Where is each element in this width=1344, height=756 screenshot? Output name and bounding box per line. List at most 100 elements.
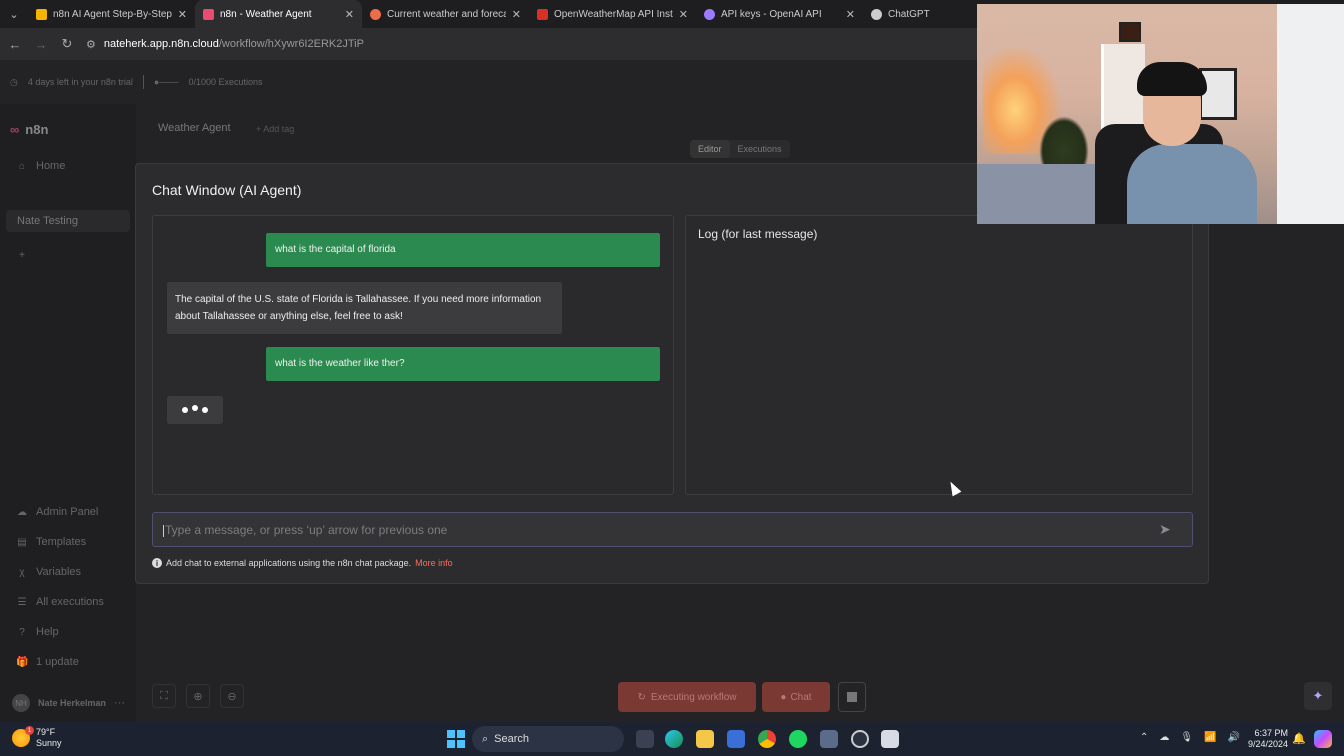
sidebar-item-templates[interactable]: ▤ Templates xyxy=(16,536,86,548)
close-tab-icon[interactable]: ✕ xyxy=(345,8,354,21)
site-info-icon[interactable]: ⚙ xyxy=(86,38,96,51)
list-icon: ☰ xyxy=(17,596,27,608)
browser-tab[interactable]: API keys - OpenAI API ✕ xyxy=(696,0,863,28)
close-tab-icon[interactable]: ✕ xyxy=(679,8,688,21)
file-explorer-icon[interactable] xyxy=(696,730,714,748)
url-field[interactable]: ⚙ nateherk.app.n8n.cloud/workflow/hXywr6… xyxy=(86,38,364,51)
notification-bell-icon[interactable]: 🔔 xyxy=(1292,732,1306,745)
trial-days-left: 4 days left in your n8n trial xyxy=(27,77,133,87)
log-title: Log (for last message) xyxy=(698,227,818,241)
openweather-favicon-icon xyxy=(370,8,381,20)
logo-text: n8n xyxy=(25,122,49,137)
input-placeholder: Type a message, or press ‘up’ arrow for … xyxy=(165,523,448,537)
fit-view-icon[interactable]: ⛶ xyxy=(152,684,176,708)
templates-icon: ▤ xyxy=(17,536,27,548)
sidebar-item-label: Variables xyxy=(36,566,82,578)
gmail-favicon-icon xyxy=(537,8,548,20)
sidebar-item-label: Help xyxy=(36,626,59,638)
url-path: /workflow/hXywr6I2ERK2JTiP xyxy=(218,38,364,50)
weather-condition: Sunny xyxy=(36,738,62,748)
sidebar-item-variables[interactable]: χ Variables xyxy=(16,566,81,578)
gift-icon: 🎁 xyxy=(16,656,29,668)
log-panel: Log (for last message) xyxy=(685,215,1193,495)
add-tag-link[interactable]: + Add tag xyxy=(256,124,294,134)
spotify-icon[interactable] xyxy=(789,730,807,748)
close-tab-icon[interactable]: ✕ xyxy=(512,8,521,21)
user-message: what is the weather like ther? xyxy=(266,347,660,381)
weather-temp: 79°F xyxy=(36,727,56,737)
url-host: nateherk.app.n8n.cloud xyxy=(103,38,219,50)
taskbar-search[interactable]: ⌕ Search xyxy=(472,726,624,752)
wifi-icon[interactable]: 📶 xyxy=(1204,732,1216,743)
browser-tab[interactable]: n8n AI Agent Step-By-Step - Go ✕ xyxy=(28,0,195,28)
chevron-up-icon[interactable]: ⌃ xyxy=(1140,732,1148,743)
browser-tab-active[interactable]: n8n - Weather Agent ✕ xyxy=(195,0,362,28)
weather-widget[interactable]: 1 79°F Sunny xyxy=(12,726,62,749)
sidebar-item-all-executions[interactable]: ☰ All executions xyxy=(16,596,104,608)
zoom-in-icon[interactable]: ⊕ xyxy=(186,684,210,708)
divider xyxy=(142,75,144,89)
openai-favicon-icon xyxy=(704,8,715,20)
tab-executions[interactable]: Executions xyxy=(730,140,790,158)
stop-execution-button[interactable] xyxy=(838,682,866,712)
chat-messages-panel[interactable]: what is the capital of florida The capit… xyxy=(152,215,674,495)
spinner-icon: ↻ xyxy=(637,691,646,703)
obs-icon[interactable] xyxy=(851,730,869,748)
search-icon: ⌕ xyxy=(482,732,489,745)
onedrive-icon[interactable]: ☁ xyxy=(1159,732,1169,743)
taskbar-clock[interactable]: 6:37 PM 9/24/2024 xyxy=(1244,728,1288,750)
more-icon[interactable]: ··· xyxy=(114,697,125,709)
editor-executions-switcher: Editor Executions xyxy=(690,140,790,158)
edge-icon[interactable] xyxy=(665,730,683,748)
user-menu[interactable]: NH Nate Herkelman ··· xyxy=(12,694,125,712)
add-project-icon[interactable]: + xyxy=(16,250,28,261)
sidebar-item-home[interactable]: ⌂ Home xyxy=(16,160,65,172)
sidebar-item-label: 1 update xyxy=(36,656,79,668)
ai-assistant-sparkle-icon[interactable]: ✦ xyxy=(1304,682,1332,710)
sun-icon: 1 xyxy=(12,726,34,747)
windows-start-icon[interactable] xyxy=(447,730,465,748)
chatgpt-favicon-icon xyxy=(871,8,882,20)
workflow-name[interactable]: Weather Agent xyxy=(158,122,231,134)
tab-title: n8n - Weather Agent xyxy=(220,8,312,20)
info-icon: i xyxy=(152,558,162,568)
chat-button[interactable]: ● Chat xyxy=(762,682,830,712)
chrome-icon[interactable] xyxy=(758,730,776,748)
sidebar-item-update[interactable]: 🎁 1 update xyxy=(16,656,79,668)
close-tab-icon[interactable]: ✕ xyxy=(178,8,187,21)
sidebar-item-help[interactable]: ? Help xyxy=(16,626,59,638)
tab-editor[interactable]: Editor xyxy=(690,140,730,158)
forward-arrow-icon[interactable]: → xyxy=(34,37,48,52)
executing-workflow-button[interactable]: ↻ Executing workflow xyxy=(618,682,756,712)
button-label: Executing workflow xyxy=(650,691,737,703)
send-icon[interactable]: ➤ xyxy=(1159,521,1171,538)
help-icon: ? xyxy=(19,626,25,638)
copilot-icon[interactable] xyxy=(1314,730,1332,748)
webcam-overlay xyxy=(977,4,1344,224)
more-info-link[interactable]: More info xyxy=(415,558,453,568)
browser-tab[interactable]: Current weather and forecast - ✕ xyxy=(362,0,529,28)
user-name: Nate Herkelman xyxy=(38,698,107,708)
chat-modal: Chat Window (AI Agent) what is the capit… xyxy=(135,163,1209,584)
sidebar-item-admin-panel[interactable]: ☁ Admin Panel xyxy=(16,506,98,518)
browser-tab[interactable]: OpenWeatherMap API Instructio ✕ xyxy=(529,0,696,28)
home-icon: ⌂ xyxy=(18,160,26,172)
zoom-out-icon[interactable]: ⊖ xyxy=(220,684,244,708)
task-view-icon[interactable] xyxy=(636,730,654,748)
back-arrow-icon[interactable]: ← xyxy=(8,37,22,52)
sidebar-item-label: Nate Testing xyxy=(17,215,78,227)
docs-favicon-icon xyxy=(36,8,47,20)
snipping-tool-icon[interactable] xyxy=(881,730,899,748)
reload-icon[interactable]: ↻ xyxy=(60,36,74,52)
store-icon[interactable] xyxy=(727,730,745,748)
bot-message: The capital of the U.S. state of Florida… xyxy=(167,282,562,334)
sidebar-item-label: All executions xyxy=(36,596,104,608)
tab-search-chevron-icon[interactable]: ⌄ xyxy=(0,0,28,28)
close-tab-icon[interactable]: ✕ xyxy=(846,8,855,21)
n8n-logo: ∞ n8n xyxy=(10,122,48,137)
sidebar-item-project[interactable]: Nate Testing xyxy=(6,210,130,232)
volume-icon[interactable]: 🔊 xyxy=(1228,732,1240,743)
message-input[interactable]: Type a message, or press ‘up’ arrow for … xyxy=(152,512,1193,547)
camera-icon[interactable] xyxy=(820,730,838,748)
microphone-icon[interactable]: 🎙 xyxy=(1180,732,1193,743)
